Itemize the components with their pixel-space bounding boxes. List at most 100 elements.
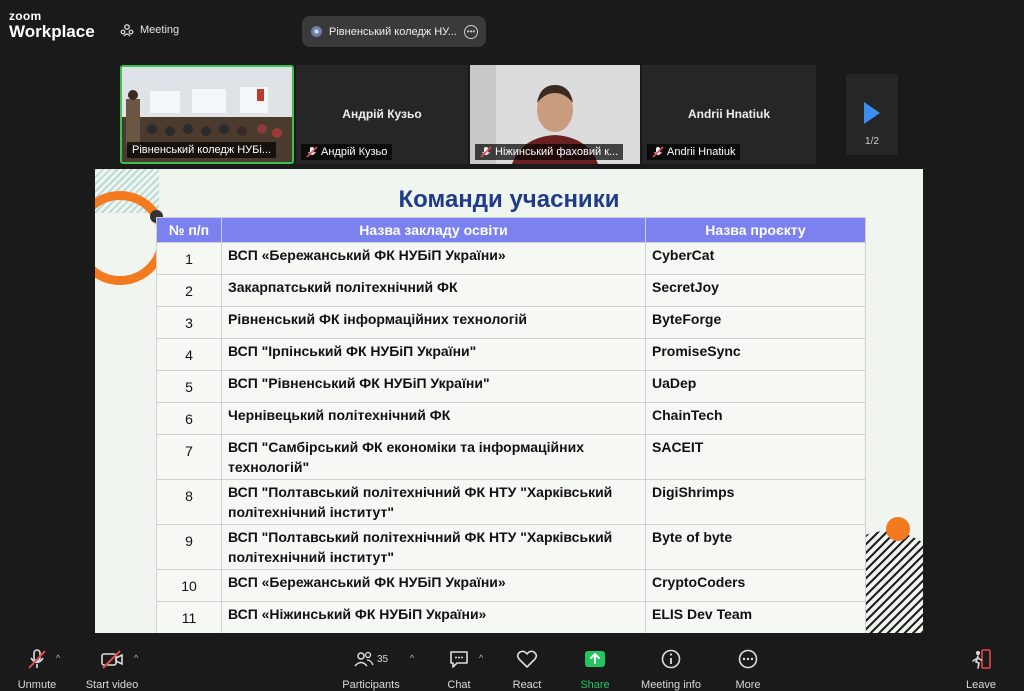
participants-label: Participants bbox=[342, 679, 400, 691]
table-row: 10 ВСП «Бережанський ФК НУБіП України» Cry… bbox=[156, 569, 866, 602]
chat-icon bbox=[450, 651, 468, 668]
participant-center-name: Андрій Кузьо bbox=[342, 107, 422, 121]
project-name: CyberCat bbox=[645, 242, 866, 275]
participant-center-name: Andrii Hnatiuk bbox=[687, 107, 770, 121]
participant-name: Andrii Hnatiuk bbox=[667, 146, 736, 158]
react-button[interactable]: React bbox=[509, 647, 545, 691]
info-icon bbox=[661, 649, 681, 669]
start-video-label: Start video bbox=[85, 679, 139, 691]
leave-label: Leave bbox=[966, 679, 996, 691]
project-name: ChainTech bbox=[645, 402, 866, 435]
table-row: 7 ВСП "Самбірський ФК економіки та інформ… bbox=[156, 434, 866, 480]
brand-bottom: Workplace bbox=[9, 22, 95, 41]
table-row: 11 ВСП «Ніжинський ФК НУБіП України» ELIS … bbox=[156, 601, 866, 633]
unmute-button[interactable]: Unmute bbox=[13, 647, 61, 691]
more-label: More bbox=[735, 679, 761, 691]
meeting-info-label: Meeting info bbox=[641, 679, 701, 691]
table-row: 1 ВСП «Бережанський ФК НУБіП України» Cybe… bbox=[156, 242, 866, 275]
share-button[interactable]: Share bbox=[576, 647, 614, 691]
project-name: ByteForge bbox=[645, 306, 866, 339]
leave-icon bbox=[972, 649, 991, 669]
participant-tile[interactable]: Andrii Hnatiuk Andrii Hnatiuk bbox=[642, 65, 816, 164]
meeting-menu-button[interactable]: Meeting bbox=[120, 23, 179, 37]
start-video-button[interactable]: Start video bbox=[82, 647, 142, 691]
project-name: Byte of byte bbox=[645, 524, 866, 570]
participant-name: Рівненський коледж НУБі... bbox=[132, 144, 271, 156]
participants-button[interactable]: 35 Participants bbox=[338, 647, 404, 691]
page-indicator: 1/2 bbox=[865, 136, 879, 147]
play-arrow-icon bbox=[864, 102, 880, 124]
school-name: ВСП "Полтавський політехнічний ФК НТУ "Х… bbox=[221, 479, 646, 525]
row-number: 9 bbox=[156, 524, 222, 570]
more-icon bbox=[738, 649, 758, 669]
participant-name-label: Andrii Hnatiuk bbox=[647, 144, 741, 160]
globe-icon bbox=[311, 26, 322, 37]
participant-tile[interactable]: Рівненський коледж НУБі... bbox=[120, 65, 294, 164]
participants-options-caret[interactable]: ^ bbox=[410, 653, 414, 663]
row-number: 5 bbox=[156, 370, 222, 403]
table-row: 6 Чернівецький політехнічний ФК ChainTech bbox=[156, 402, 866, 435]
school-name: ВСП «Бережанський ФК НУБіП України» bbox=[221, 242, 646, 275]
participants-icon bbox=[354, 651, 374, 667]
table-row: 4 ВСП "Ірпінський ФК НУБіП України" Promis… bbox=[156, 338, 866, 371]
next-page-button[interactable]: 1/2 bbox=[846, 74, 898, 155]
chat-button[interactable]: Chat bbox=[442, 647, 476, 691]
share-label: Share bbox=[580, 679, 610, 691]
top-bar: zoom Workplace Meeting Рівненський колед… bbox=[0, 0, 1024, 60]
school-name: ВСП "Рівненський ФК НУБіП України" bbox=[221, 370, 646, 403]
video-strip: Рівненський коледж НУБі... Андрій Кузьо … bbox=[120, 65, 816, 164]
project-name: UaDep bbox=[645, 370, 866, 403]
audio-options-caret[interactable]: ^ bbox=[56, 653, 60, 663]
school-name: Закарпатський політехнічний ФК bbox=[221, 274, 646, 307]
participant-name: Ніжинський фаховий к... bbox=[495, 146, 619, 158]
meeting-icon bbox=[120, 24, 134, 37]
table-row: 5 ВСП "Рівненський ФК НУБіП України" UaDep bbox=[156, 370, 866, 403]
row-number: 2 bbox=[156, 274, 222, 307]
video-off-icon bbox=[101, 650, 123, 669]
chat-options-caret[interactable]: ^ bbox=[479, 653, 483, 663]
unmute-label: Unmute bbox=[17, 679, 57, 691]
meeting-info-button[interactable]: Meeting info bbox=[636, 647, 706, 691]
participant-name-label: Андрій Кузьо bbox=[301, 144, 393, 160]
table-row: 3 Рівненський ФК інформаційних технологій… bbox=[156, 306, 866, 339]
chat-label: Chat bbox=[447, 679, 471, 691]
more-options-icon[interactable]: ••• bbox=[464, 24, 478, 39]
row-number: 4 bbox=[156, 338, 222, 371]
more-button[interactable]: More bbox=[730, 647, 766, 691]
row-number: 11 bbox=[156, 601, 222, 633]
mic-muted-icon bbox=[652, 146, 664, 158]
project-name: CryptoCoders bbox=[645, 569, 866, 602]
meeting-toolbar: Unmute ^ Start video ^ 35 Participants ^… bbox=[0, 639, 1024, 691]
row-number: 6 bbox=[156, 402, 222, 435]
participant-name-label: Рівненський коледж НУБі... bbox=[127, 142, 276, 158]
row-number: 10 bbox=[156, 569, 222, 602]
meeting-title-pill[interactable]: Рівненський коледж НУ... ••• bbox=[302, 16, 486, 47]
participant-name: Андрій Кузьо bbox=[321, 146, 388, 158]
participant-name-label: Ніжинський фаховий к... bbox=[475, 144, 624, 160]
participant-tile[interactable]: Андрій Кузьо Андрій Кузьо bbox=[296, 65, 468, 164]
project-name: PromiseSync bbox=[645, 338, 866, 371]
leave-button[interactable]: Leave bbox=[962, 647, 1000, 691]
table-row: 9 ВСП "Полтавський політехнічний ФК НТУ "… bbox=[156, 524, 866, 570]
project-name: ELIS Dev Team bbox=[645, 601, 866, 633]
zoom-logo: zoom Workplace bbox=[9, 10, 95, 40]
row-number: 3 bbox=[156, 306, 222, 339]
slide-title: Команди учасники bbox=[398, 186, 620, 213]
mic-muted-icon bbox=[28, 649, 46, 669]
header-school: Назва закладу освіти bbox=[221, 217, 646, 243]
row-number: 1 bbox=[156, 242, 222, 275]
participant-tile[interactable]: Ніжинський фаховий к... bbox=[470, 65, 640, 164]
teams-table: № п/п Назва закладу освіти Назва проєкту… bbox=[156, 217, 866, 633]
decor-dot bbox=[886, 517, 910, 541]
school-name: Рівненський ФК інформаційних технологій bbox=[221, 306, 646, 339]
meeting-title: Рівненський коледж НУ... bbox=[329, 25, 457, 38]
school-name: Чернівецький політехнічний ФК bbox=[221, 402, 646, 435]
heart-icon bbox=[516, 650, 538, 668]
row-number: 8 bbox=[156, 479, 222, 525]
project-name: DigiShrimps bbox=[645, 479, 866, 525]
video-options-caret[interactable]: ^ bbox=[134, 653, 138, 663]
project-name: SecretJoy bbox=[645, 274, 866, 307]
react-label: React bbox=[512, 679, 542, 691]
mic-muted-icon bbox=[306, 146, 318, 158]
brand-top: zoom bbox=[9, 9, 42, 23]
